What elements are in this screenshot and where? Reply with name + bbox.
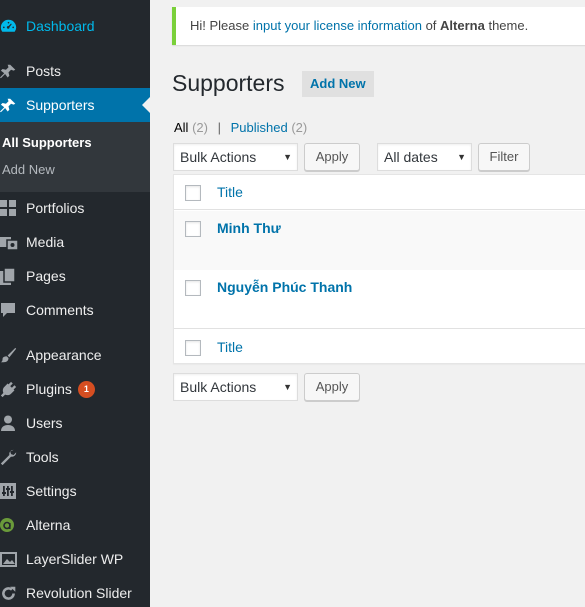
menu-label: LayerSlider WP	[26, 551, 124, 567]
settings-sliders-icon	[0, 474, 26, 508]
license-link[interactable]: input your license information	[253, 18, 422, 33]
bulk-actions-value: Bulk Actions	[180, 149, 257, 165]
menu-label: Posts	[26, 63, 62, 79]
theme-name: Alterna	[440, 18, 485, 33]
menu-label: Alterna	[26, 517, 71, 533]
menu-item-tools[interactable]: Tools	[0, 440, 150, 474]
notice-prefix: Hi! Please	[190, 18, 253, 33]
notice-suffix: theme.	[484, 18, 529, 33]
dropdown-caret-icon: ▼	[283, 152, 292, 162]
grid-icon	[0, 191, 26, 225]
menu-label: Plugins	[26, 381, 72, 397]
filter-separator: |	[217, 120, 221, 135]
menu-label: Settings	[26, 483, 77, 499]
menu-item-dashboard[interactable]: Dashboard	[0, 9, 150, 43]
menu-item-comments[interactable]: Comments	[0, 293, 150, 327]
comment-icon	[0, 293, 26, 327]
alterna-logo-icon	[0, 508, 26, 542]
admin-sidebar: Dashboard Posts Supporters All Supporter…	[0, 0, 150, 607]
menu-label: Tools	[26, 449, 59, 465]
menu-label: Media	[26, 234, 65, 250]
row-title-link[interactable]: Minh Thư	[217, 220, 281, 236]
table-row: Minh Thư	[174, 211, 585, 270]
menu-item-settings[interactable]: Settings	[0, 474, 150, 508]
menu-label: Dashboard	[26, 18, 95, 34]
notice-middle: of	[421, 18, 441, 33]
submenu-all-supporters[interactable]: All Supporters	[2, 135, 92, 150]
refresh-icon	[0, 576, 26, 607]
menu-item-posts[interactable]: Posts	[0, 54, 150, 88]
menu-item-supporters[interactable]: Supporters	[0, 88, 150, 122]
date-filter-select[interactable]: All dates ▼	[377, 143, 472, 171]
filter-button[interactable]: Filter	[478, 143, 530, 171]
update-count-badge: 1	[77, 380, 95, 398]
menu-label: Users	[26, 415, 63, 431]
select-all-checkbox[interactable]	[185, 185, 201, 201]
supporters-submenu: All Supporters Add New	[0, 122, 150, 192]
row-title-link[interactable]: Nguyễn Phúc Thanh	[217, 279, 352, 295]
bulk-actions-select-bottom[interactable]: Bulk Actions ▼	[173, 373, 298, 401]
menu-item-pages[interactable]: Pages	[0, 259, 150, 293]
apply-button-top[interactable]: Apply	[304, 143, 360, 171]
dropdown-caret-icon: ▼	[457, 152, 466, 162]
menu-item-plugins[interactable]: Plugins 1	[0, 372, 150, 406]
menu-item-users[interactable]: Users	[0, 406, 150, 440]
menu-label: Comments	[26, 302, 94, 318]
menu-label: Pages	[26, 268, 66, 284]
column-title-footer[interactable]: Title	[217, 339, 243, 355]
table-row: Nguyễn Phúc Thanh	[174, 270, 585, 329]
current-menu-arrow	[142, 97, 150, 113]
filter-published-link[interactable]: Published	[231, 120, 288, 135]
apply-button-bottom[interactable]: Apply	[304, 373, 360, 401]
pages-icon	[0, 259, 26, 293]
wrench-icon	[0, 440, 26, 474]
menu-item-appearance[interactable]: Appearance	[0, 338, 150, 372]
menu-label: Appearance	[26, 347, 102, 363]
menu-item-revolution-slider[interactable]: Revolution Slider	[0, 576, 150, 607]
row-checkbox[interactable]	[185, 280, 201, 296]
add-new-button[interactable]: Add New	[302, 71, 374, 97]
row-checkbox[interactable]	[185, 221, 201, 237]
bulk-actions-value: Bulk Actions	[180, 379, 257, 395]
menu-item-media[interactable]: Media	[0, 225, 150, 259]
submenu-add-new[interactable]: Add New	[2, 162, 55, 177]
dropdown-caret-icon: ▼	[283, 382, 292, 392]
pushpin-icon	[0, 54, 26, 88]
menu-label: Portfolios	[26, 200, 85, 216]
date-filter-value: All dates	[384, 149, 438, 165]
pushpin-icon	[0, 88, 26, 122]
menu-item-alterna[interactable]: Alterna	[0, 508, 150, 542]
menu-label: Revolution Slider	[26, 585, 132, 601]
paintbrush-icon	[0, 338, 26, 372]
user-icon	[0, 406, 26, 440]
dashboard-icon	[0, 9, 26, 43]
menu-item-layerslider[interactable]: LayerSlider WP	[0, 542, 150, 576]
filter-published-count: (2)	[291, 120, 308, 135]
page-title: Supporters	[172, 70, 285, 96]
media-icon	[0, 225, 26, 259]
status-filter-links: All (2) | Published (2)	[174, 120, 307, 135]
table-footer-row: Title	[174, 330, 585, 365]
filter-all-link[interactable]: All	[174, 120, 188, 135]
bulk-actions-select-top[interactable]: Bulk Actions ▼	[173, 143, 298, 171]
table-header-row: Title	[174, 175, 585, 210]
image-icon	[0, 542, 26, 576]
supporters-table: Title Minh Thư Nguyễn Phúc Thanh Title	[173, 174, 585, 364]
license-notice: Hi! Please input your license informatio…	[172, 7, 585, 45]
column-title-header[interactable]: Title	[217, 184, 243, 200]
filter-all-count: (2)	[192, 120, 208, 135]
menu-item-portfolios[interactable]: Portfolios	[0, 191, 150, 225]
plugin-icon	[0, 372, 26, 406]
select-all-checkbox-footer[interactable]	[185, 340, 201, 356]
menu-label: Supporters	[26, 97, 95, 113]
